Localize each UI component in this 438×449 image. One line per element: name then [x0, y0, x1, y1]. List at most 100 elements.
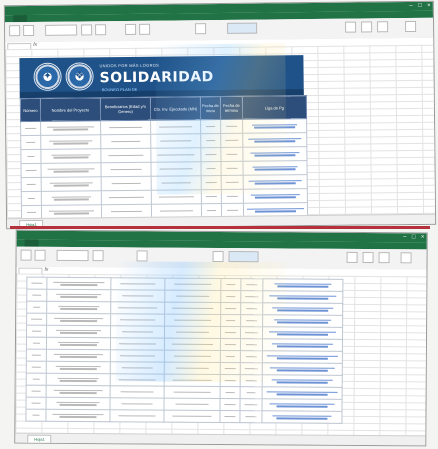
share-icon[interactable] [400, 252, 412, 264]
close-icon[interactable]: × [419, 233, 427, 242]
table-cell [25, 397, 47, 410]
format-painter-icon[interactable] [23, 24, 35, 37]
table-cell[interactable] [261, 410, 342, 424]
number-format-icon[interactable] [195, 23, 207, 35]
table-cell[interactable] [262, 290, 343, 304]
text-placeholder [226, 153, 238, 156]
sheet-tab[interactable]: Hoja1 [27, 434, 52, 444]
text-placeholder [225, 343, 236, 346]
table-cell [20, 149, 41, 164]
table-cell[interactable] [262, 362, 343, 376]
table-cell [220, 314, 241, 327]
hyperlink-placeholder [254, 196, 296, 199]
maximize-icon[interactable]: □ [410, 233, 418, 242]
table-cell [164, 350, 221, 363]
table-cell [26, 289, 47, 302]
text-placeholder [31, 366, 41, 368]
table-cell[interactable] [243, 188, 308, 204]
paste-icon[interactable] [9, 25, 21, 37]
fx-icon[interactable]: fx [33, 42, 37, 49]
minimize-icon[interactable]: – [407, 2, 415, 11]
close-icon[interactable]: × [425, 2, 433, 11]
wrap-text-icon[interactable] [139, 23, 151, 35]
font-selector[interactable] [56, 249, 89, 262]
sum-icon[interactable] [345, 21, 357, 33]
text-placeholder [206, 139, 216, 142]
table-cell[interactable] [262, 278, 343, 292]
find-select-icon[interactable] [377, 21, 389, 33]
text-placeholder [59, 367, 97, 370]
hyperlink-placeholder [276, 309, 329, 312]
number-format-icon[interactable] [212, 250, 224, 263]
text-placeholder [53, 170, 89, 173]
projects-table: Número Nombre del Proyecto Beneficiarios… [20, 95, 308, 220]
file-menu[interactable] [7, 6, 13, 15]
sort-filter-icon[interactable] [361, 21, 373, 33]
table-cell[interactable] [262, 374, 343, 388]
table-cell [110, 337, 165, 351]
table-cell[interactable] [242, 118, 307, 134]
share-icon[interactable] [405, 20, 417, 33]
text-placeholder [205, 153, 217, 156]
text-placeholder [60, 307, 98, 310]
table-cell[interactable] [261, 398, 343, 412]
table-cell[interactable] [262, 302, 343, 316]
sum-icon[interactable] [346, 251, 358, 263]
table-cell[interactable] [262, 386, 343, 400]
font-selector[interactable] [45, 24, 78, 36]
sort-filter-icon[interactable] [362, 251, 374, 264]
text-placeholder [244, 403, 258, 406]
table-cell[interactable] [242, 132, 307, 148]
maximize-icon[interactable]: □ [416, 2, 424, 11]
column-header: Cto. Inv. Ejecutado (MN) [150, 96, 201, 121]
hyperlink-placeholder [276, 417, 328, 420]
table-cell [239, 410, 262, 423]
table-cell [240, 326, 263, 339]
table-cell[interactable] [242, 146, 307, 162]
table-cell[interactable] [243, 174, 308, 190]
table-cell [164, 374, 221, 387]
text-placeholder [55, 293, 102, 296]
text-placeholder [109, 126, 142, 129]
text-placeholder [224, 367, 237, 370]
text-placeholder [226, 125, 237, 128]
align-icon[interactable] [125, 23, 137, 35]
italic-icon[interactable] [95, 24, 107, 36]
table-cell[interactable] [262, 338, 343, 352]
table-cell[interactable] [262, 314, 343, 328]
cell-style-gallery[interactable] [227, 22, 258, 34]
table-cell[interactable] [262, 326, 343, 340]
table-cell [110, 325, 165, 339]
fx-icon[interactable]: fx [44, 267, 48, 274]
table-cell [221, 175, 244, 190]
hyperlink-placeholder [276, 297, 329, 300]
text-placeholder [58, 341, 99, 344]
table-cell [110, 349, 165, 363]
hyperlink-placeholder [276, 345, 329, 348]
text-placeholder [246, 355, 257, 358]
table-cell[interactable] [242, 160, 308, 176]
bold-icon[interactable] [92, 250, 104, 262]
text-placeholder [225, 391, 235, 394]
text-placeholder [172, 307, 214, 310]
text-placeholder [26, 211, 37, 214]
text-placeholder [26, 169, 37, 172]
text-placeholder [225, 319, 236, 322]
minimize-icon[interactable]: – [401, 233, 409, 242]
table-cell [220, 386, 241, 399]
table-cell [163, 398, 221, 411]
text-placeholder [111, 140, 141, 143]
bold-icon[interactable] [81, 24, 93, 36]
hyperlink-placeholder [254, 140, 296, 143]
cell-style-gallery[interactable] [228, 251, 259, 263]
align-icon[interactable] [136, 250, 148, 262]
paste-icon[interactable] [20, 249, 32, 261]
text-placeholder [60, 355, 97, 358]
table-cell [45, 409, 110, 422]
table-cell [221, 189, 244, 204]
format-painter-icon[interactable] [34, 249, 46, 261]
table-cell[interactable] [262, 350, 343, 364]
find-select-icon[interactable] [378, 252, 390, 264]
table-cell [164, 290, 221, 303]
table-cell [110, 361, 165, 375]
